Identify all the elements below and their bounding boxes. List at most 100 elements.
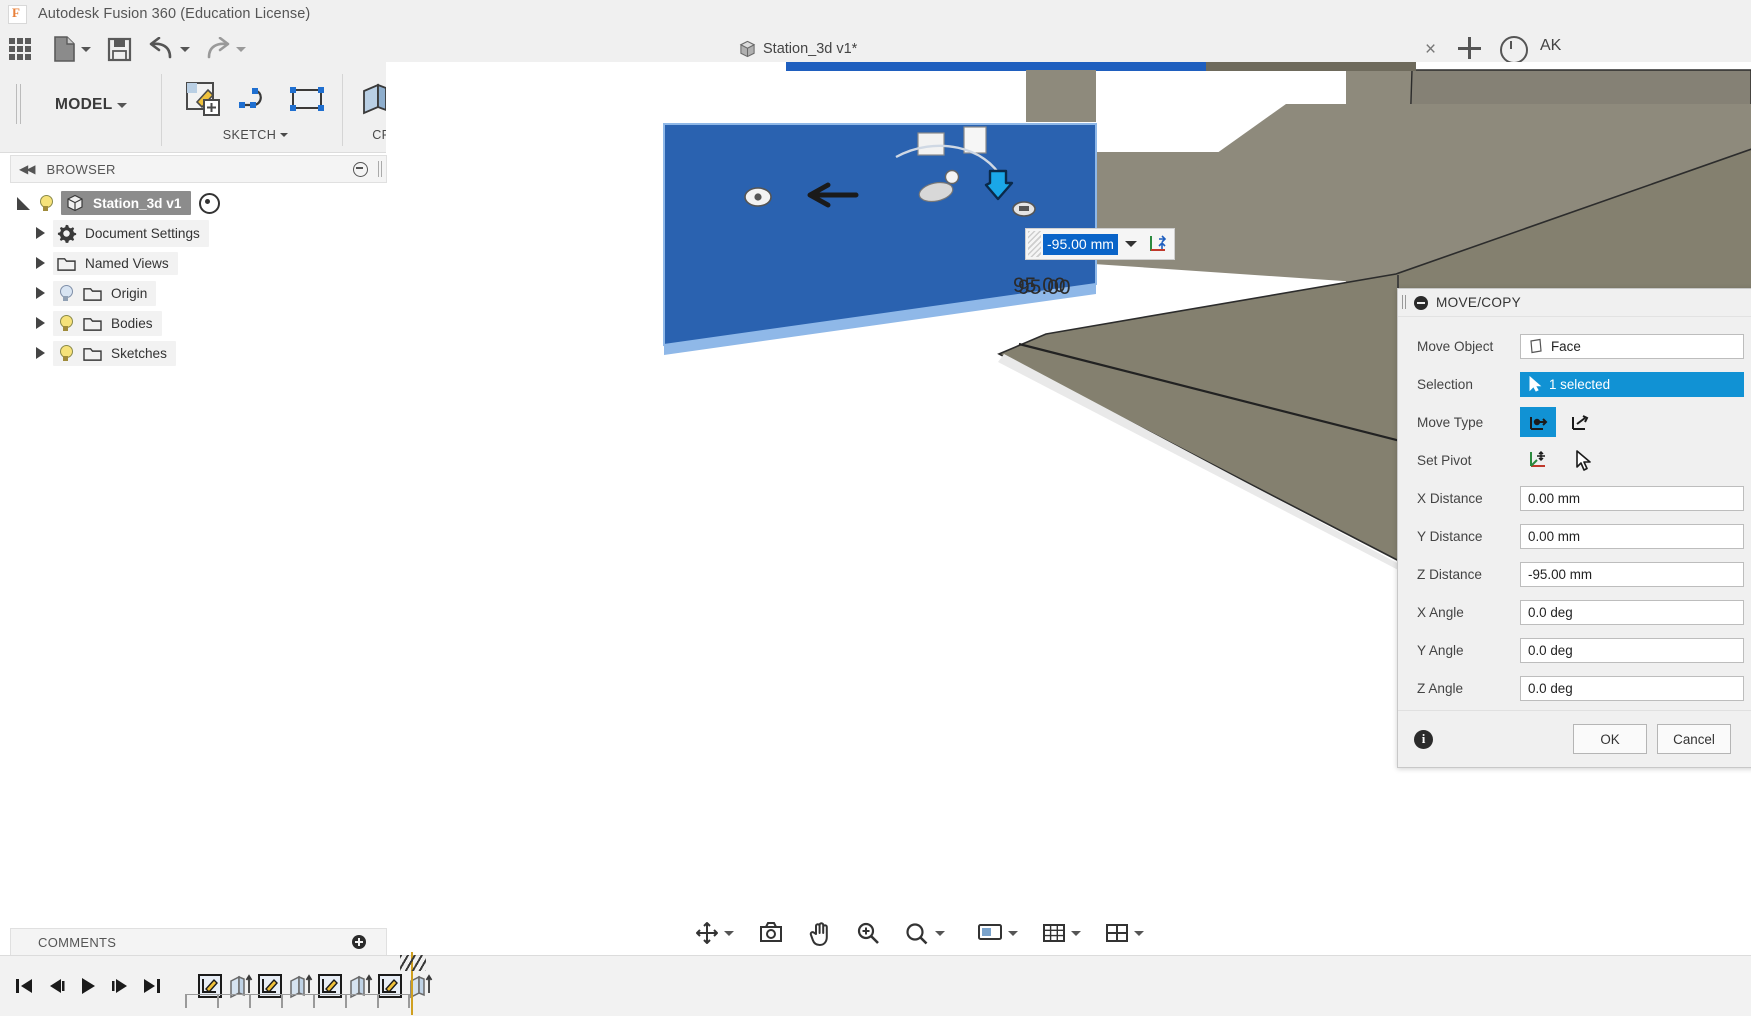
- move-copy-dialog[interactable]: MOVE/COPY Move Object Face Selection 1 s…: [1397, 288, 1751, 768]
- account-label[interactable]: AK: [1540, 37, 1561, 55]
- tree-item-document-settings[interactable]: Document Settings: [10, 218, 385, 248]
- pivot-axis-icon: [1530, 450, 1545, 467]
- x-distance-input[interactable]: 0.00 mm: [1520, 485, 1744, 511]
- workspace-selector[interactable]: MODEL: [55, 96, 128, 114]
- zoom-window-button[interactable]: [899, 916, 950, 950]
- zoom-button[interactable]: [851, 916, 885, 950]
- spline-button[interactable]: [229, 73, 281, 125]
- set-pivot-button[interactable]: [1520, 445, 1556, 475]
- move-type-translate-button[interactable]: [1520, 407, 1556, 437]
- chevron-down-icon[interactable]: [1071, 930, 1081, 936]
- dimension-input-value[interactable]: -95.00 mm: [1043, 233, 1118, 255]
- expand-collapse-toggle[interactable]: [27, 347, 53, 359]
- chevron-down-icon[interactable]: [180, 46, 190, 52]
- chevron-down-icon[interactable]: [280, 133, 289, 137]
- close-tab-button[interactable]: ×: [1425, 40, 1436, 59]
- step-back-icon: [50, 979, 65, 993]
- new-tab-button[interactable]: [1458, 36, 1484, 60]
- minus-circle-icon[interactable]: [353, 161, 368, 177]
- visibility-bulb-icon[interactable]: [56, 314, 75, 333]
- minus-circle-icon[interactable]: [1414, 295, 1428, 310]
- tree-node[interactable]: Document Settings: [53, 219, 209, 247]
- tree-node[interactable]: Bodies: [53, 310, 162, 336]
- dimension-input-widget[interactable]: -95.00 mm: [1025, 228, 1175, 260]
- expand-collapse-toggle[interactable]: [27, 257, 53, 269]
- ok-button[interactable]: OK: [1573, 724, 1647, 754]
- expand-collapse-toggle[interactable]: [27, 317, 53, 329]
- collapse-left-icon[interactable]: ◀◀: [19, 162, 36, 176]
- gear-icon: [57, 224, 77, 243]
- point-to-point-icon: [1572, 415, 1589, 430]
- dimension-dropdown-button[interactable]: [1118, 231, 1144, 257]
- chevron-down-icon[interactable]: [1008, 930, 1018, 936]
- z-distance-input[interactable]: -95.00 mm: [1520, 561, 1744, 587]
- viewport-layout-button[interactable]: [1100, 916, 1149, 950]
- timeline-go-end-button[interactable]: [136, 969, 168, 1003]
- row-z-distance: Z Distance -95.00 mm: [1398, 555, 1751, 593]
- y-distance-input[interactable]: 0.00 mm: [1520, 523, 1744, 549]
- timeline-step-back-button[interactable]: [40, 969, 72, 1003]
- dialog-footer: i OK Cancel: [1398, 710, 1751, 767]
- tree-item-named-views[interactable]: Named Views: [10, 248, 385, 278]
- grid-snap-button[interactable]: [1037, 916, 1086, 950]
- timeline-go-start-button[interactable]: [8, 969, 40, 1003]
- x-angle-input[interactable]: 0.0 deg: [1520, 599, 1744, 625]
- new-file-button[interactable]: [53, 32, 91, 66]
- expand-collapse-toggle[interactable]: [10, 196, 36, 210]
- look-at-button[interactable]: [753, 916, 789, 950]
- drag-handle[interactable]: [1028, 231, 1041, 257]
- dimension-pivot-button[interactable]: [1144, 231, 1174, 257]
- chevron-down-icon[interactable]: [1134, 930, 1144, 936]
- ribbon-grip[interactable]: [16, 84, 21, 124]
- comments-panel[interactable]: COMMENTS: [10, 928, 387, 956]
- ribbon-panel-title-sketch[interactable]: SKETCH: [223, 128, 289, 142]
- dialog-drag-handle[interactable]: [1402, 295, 1406, 309]
- chevron-down-icon[interactable]: [117, 102, 128, 108]
- chevron-down-icon[interactable]: [724, 930, 734, 936]
- create-sketch-button[interactable]: [177, 73, 229, 125]
- tree-node[interactable]: Origin: [53, 280, 157, 306]
- clock-icon[interactable]: [1500, 36, 1528, 64]
- save-button[interactable]: [107, 32, 132, 66]
- visibility-bulb-icon[interactable]: [56, 344, 75, 363]
- tree-item-bodies[interactable]: Bodies: [10, 308, 385, 338]
- tree-item-station-3d[interactable]: Station_3d v1: [10, 188, 385, 218]
- browser-grip[interactable]: [378, 161, 382, 177]
- visibility-bulb-icon[interactable]: [56, 284, 75, 303]
- file-icon: [54, 36, 75, 62]
- move-object-dropdown[interactable]: Face: [1520, 333, 1744, 359]
- selection-field[interactable]: 1 selected: [1520, 371, 1744, 397]
- field-label: Z Angle: [1417, 680, 1464, 696]
- cancel-button[interactable]: Cancel: [1657, 724, 1731, 754]
- tree-item-sketches[interactable]: Sketches: [10, 338, 385, 368]
- chevron-down-icon[interactable]: [935, 930, 945, 936]
- tree-item-origin[interactable]: Origin: [10, 278, 385, 308]
- redo-button[interactable]: [204, 32, 246, 66]
- orbit-button[interactable]: [690, 916, 739, 950]
- field-label: Y Distance: [1417, 528, 1483, 544]
- display-settings-button[interactable]: [972, 916, 1023, 950]
- chevron-down-icon[interactable]: [236, 46, 246, 52]
- app-grid-button[interactable]: [0, 32, 31, 66]
- z-angle-input[interactable]: 0.0 deg: [1520, 675, 1744, 701]
- timeline-step-forward-button[interactable]: [104, 969, 136, 1003]
- tree-node[interactable]: Sketches: [53, 340, 176, 366]
- y-angle-input[interactable]: 0.0 deg: [1520, 637, 1744, 663]
- pan-button[interactable]: [803, 916, 837, 950]
- timeline-play-button[interactable]: [72, 969, 104, 1003]
- tree-node-selected[interactable]: Station_3d v1: [61, 191, 192, 215]
- activate-component-radio[interactable]: [199, 192, 221, 214]
- expand-collapse-toggle[interactable]: [27, 287, 53, 299]
- expand-collapse-toggle[interactable]: [27, 227, 53, 239]
- undo-button[interactable]: [148, 32, 190, 66]
- y-angle-value: 0.0 deg: [1528, 642, 1573, 658]
- chevron-down-icon[interactable]: [81, 46, 91, 52]
- visibility-bulb-icon[interactable]: [36, 194, 55, 213]
- tree-item-label: Named Views: [85, 255, 169, 271]
- move-type-point-to-point-button[interactable]: [1562, 407, 1598, 437]
- add-comment-icon[interactable]: [352, 935, 366, 949]
- info-icon[interactable]: i: [1414, 729, 1433, 749]
- rectangle-button[interactable]: [281, 73, 333, 125]
- reset-pivot-button[interactable]: [1566, 445, 1602, 475]
- tree-node[interactable]: Named Views: [53, 251, 178, 275]
